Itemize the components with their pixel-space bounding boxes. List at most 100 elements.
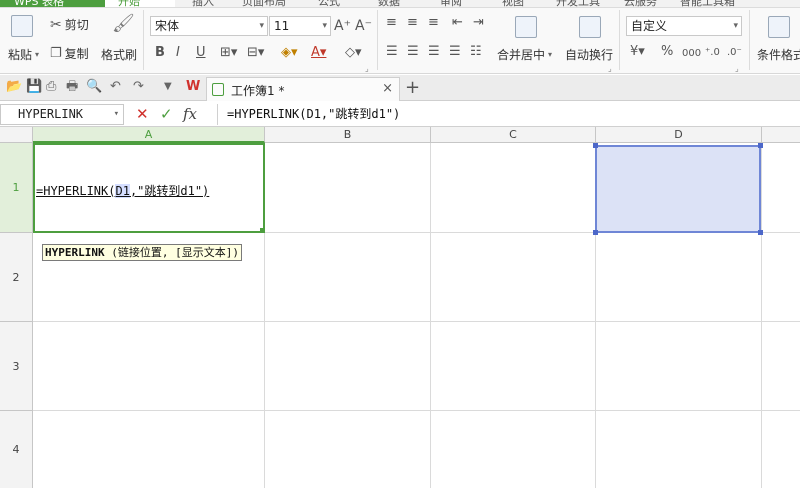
cell-a1-formula[interactable]: =HYPERLINK(D1,"跳转到d1"): [36, 182, 209, 199]
align-middle-icon[interactable]: ≡: [407, 15, 418, 31]
tab-home[interactable]: 开始: [105, 0, 175, 7]
clipboard-icon[interactable]: [11, 15, 33, 37]
comma-style-button[interactable]: 000: [682, 46, 701, 62]
column-header-e[interactable]: [762, 127, 800, 143]
column-header-b[interactable]: B: [265, 127, 431, 143]
menu-bar: WPS 表格 开始 插入 页面布局 公式 数据 审阅 视图 开发工具 云服务 智…: [0, 0, 800, 8]
conditional-format-icon[interactable]: [768, 16, 790, 38]
increase-decimal-icon[interactable]: ⁺.0: [705, 45, 720, 61]
name-box-value: HYPERLINK: [18, 107, 84, 121]
font-size-select[interactable]: 11 ▾: [269, 16, 331, 36]
font-color-icon[interactable]: A▾: [311, 45, 326, 61]
range-handle[interactable]: [758, 143, 763, 148]
row-headers: 1 2 3 4: [0, 143, 33, 488]
confirm-edit-button[interactable]: ✓: [160, 105, 173, 123]
bold-button[interactable]: B: [155, 45, 165, 61]
indent-decrease-icon[interactable]: ⇤: [452, 15, 463, 31]
format-painter-button[interactable]: 格式刷: [101, 46, 137, 63]
range-handle[interactable]: [758, 230, 763, 235]
formula-input[interactable]: =HYPERLINK(D1,"跳转到d1"): [217, 104, 800, 125]
font-dialog-launcher-icon[interactable]: ⌟: [365, 64, 369, 73]
print-preview-icon[interactable]: ⎙: [46, 79, 56, 95]
chevron-down-icon: ▾: [259, 21, 264, 31]
tab-review[interactable]: 审阅: [440, 0, 462, 7]
decrease-font-icon[interactable]: A⁻: [355, 18, 372, 34]
row-header-4[interactable]: 4: [0, 411, 32, 488]
number-format-select[interactable]: 自定义 ▾: [626, 16, 742, 36]
reference-range-d1[interactable]: [593, 143, 763, 235]
divider: [619, 10, 620, 70]
increase-font-icon[interactable]: A⁺: [334, 18, 351, 34]
distribute-icon[interactable]: ☷: [470, 44, 482, 60]
document-tab[interactable]: 工作簿1 * ×: [206, 77, 400, 101]
redo-icon[interactable]: ↷: [133, 79, 144, 95]
document-title: 工作簿1 *: [231, 84, 285, 98]
row-header-3[interactable]: 3: [0, 322, 32, 411]
italic-button[interactable]: I: [176, 45, 180, 61]
preview-icon[interactable]: 🔍: [86, 79, 102, 95]
column-header-d[interactable]: D: [596, 127, 762, 143]
tab-smart-tools[interactable]: 智能工具箱: [680, 0, 735, 7]
cut-label: 剪切: [64, 18, 89, 32]
number-dialog-launcher-icon[interactable]: ⌟: [735, 64, 739, 73]
row-header-1[interactable]: 1: [0, 143, 32, 233]
percent-button[interactable]: %: [661, 44, 673, 60]
wrap-text-button[interactable]: 自动换行: [565, 46, 613, 63]
cell-grid[interactable]: =HYPERLINK(D1,"跳转到d1") HYPERLINK (链接位置, …: [33, 143, 800, 488]
range-handle[interactable]: [593, 230, 598, 235]
currency-icon[interactable]: ¥▾: [630, 44, 645, 60]
align-right-icon[interactable]: ☰: [428, 44, 440, 60]
decrease-decimal-icon[interactable]: .0⁻: [727, 45, 742, 61]
name-box[interactable]: HYPERLINK ▾: [0, 104, 124, 125]
fill-color-icon[interactable]: ◈▾: [281, 45, 298, 61]
tab-page-layout[interactable]: 页面布局: [242, 0, 286, 7]
tab-data[interactable]: 数据: [378, 0, 400, 7]
copy-button[interactable]: ❐ 复制: [50, 45, 89, 62]
tab-insert[interactable]: 插入: [192, 0, 214, 7]
conditional-format-button[interactable]: 条件格式: [757, 46, 800, 63]
row-header-2[interactable]: 2: [0, 233, 32, 322]
save-icon[interactable]: 💾: [26, 79, 42, 95]
align-center-icon[interactable]: ☰: [407, 44, 419, 60]
font-name-select[interactable]: 宋体 ▾: [150, 16, 268, 36]
tab-developer[interactable]: 开发工具: [556, 0, 600, 7]
justify-icon[interactable]: ☰: [449, 44, 461, 60]
border-icon[interactable]: ⊞▾: [220, 45, 237, 61]
underline-button[interactable]: U: [196, 45, 206, 61]
new-tab-button[interactable]: +: [405, 77, 420, 98]
tab-formulas[interactable]: 公式: [318, 0, 340, 7]
cancel-edit-button[interactable]: ✕: [136, 105, 149, 123]
insert-function-button[interactable]: fx: [183, 105, 197, 123]
column-header-a[interactable]: A: [33, 127, 265, 143]
range-handle[interactable]: [593, 143, 598, 148]
close-tab-button[interactable]: ×: [382, 81, 393, 96]
select-all-corner[interactable]: [0, 127, 33, 143]
clear-format-icon[interactable]: ◇▾: [345, 45, 362, 61]
paste-button[interactable]: 粘贴 ▾: [8, 46, 39, 63]
wrap-text-label: 自动换行: [565, 48, 614, 62]
align-bottom-icon[interactable]: ≡: [428, 15, 439, 31]
cut-button[interactable]: ✂ 剪切: [50, 16, 89, 33]
cell-style-icon[interactable]: ⊟▾: [247, 45, 264, 61]
undo-icon[interactable]: ↶: [110, 79, 121, 95]
grid-line: [33, 410, 800, 411]
merge-center-button[interactable]: 合并居中 ▾: [497, 46, 552, 63]
indent-increase-icon[interactable]: ⇥: [473, 15, 484, 31]
column-header-c[interactable]: C: [431, 127, 596, 143]
align-top-icon[interactable]: ≡: [386, 15, 397, 31]
merge-icon[interactable]: [515, 16, 537, 38]
open-folder-icon[interactable]: 📂: [6, 79, 22, 95]
wrap-text-icon[interactable]: [579, 16, 601, 38]
align-dialog-launcher-icon[interactable]: ⌟: [608, 64, 612, 73]
tab-view[interactable]: 视图: [502, 0, 524, 7]
active-cell-a1[interactable]: =HYPERLINK(D1,"跳转到d1"): [33, 143, 265, 233]
fill-handle[interactable]: [260, 228, 265, 233]
formula-suffix: ,"跳转到d1"): [129, 184, 210, 198]
chevron-down-icon: ▾: [322, 21, 327, 31]
customize-toolbar-icon[interactable]: ▼: [164, 79, 172, 95]
tab-cloud[interactable]: 云服务: [624, 0, 657, 7]
app-menu-button[interactable]: WPS 表格: [0, 0, 105, 7]
print-icon[interactable]: 🖶: [66, 79, 78, 95]
align-left-icon[interactable]: ☰: [386, 44, 398, 60]
chevron-down-icon: ▾: [733, 21, 738, 31]
